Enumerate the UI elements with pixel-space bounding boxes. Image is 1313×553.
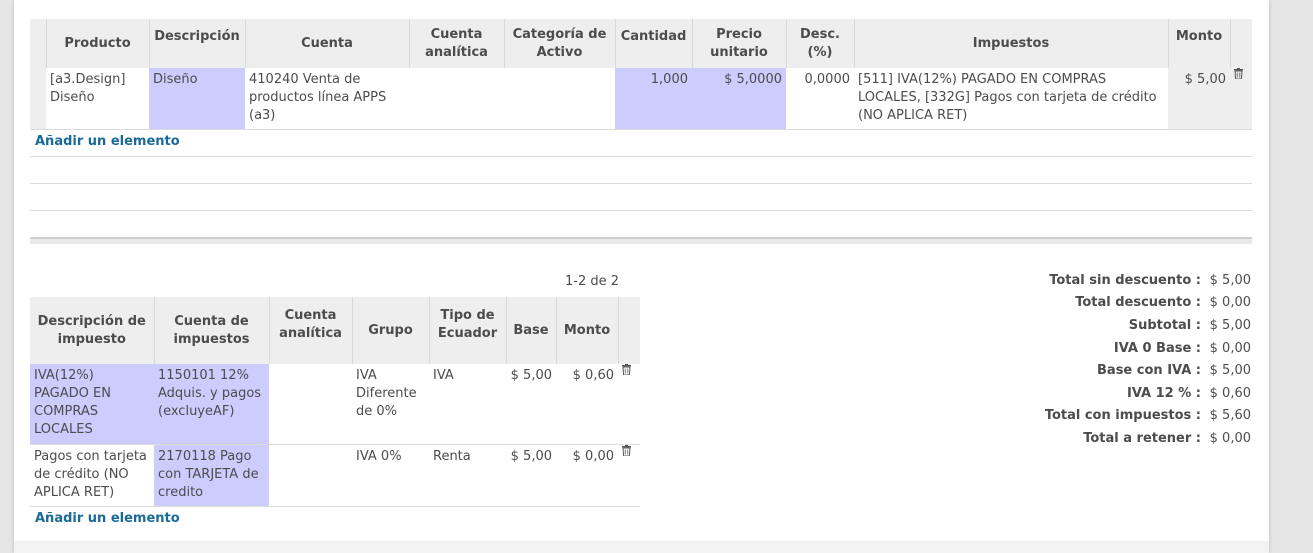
totals-panel: Total sin descuento : $ 5,00 Total descue… bbox=[1045, 269, 1251, 450]
cell-account[interactable]: 410240 Venta de productos línea APPS (a3… bbox=[245, 68, 409, 129]
delete-cell[interactable] bbox=[618, 364, 640, 444]
empty-row bbox=[30, 183, 1252, 211]
bottom-bar bbox=[14, 541, 1269, 553]
cell-tax-account[interactable]: 2170118 Pago con TARJETA de credito bbox=[154, 444, 269, 506]
total-value: $ 0,60 bbox=[1209, 385, 1251, 401]
total-label: Total descuento : bbox=[1075, 295, 1201, 311]
total-value: $ 0,00 bbox=[1209, 340, 1251, 356]
col-tax-amount[interactable]: Monto bbox=[555, 297, 618, 364]
form-sheet: Producto Descripción Cuenta Cuenta analí… bbox=[14, 0, 1269, 553]
totals-row: IVA 12 % : $ 0,60 bbox=[1045, 382, 1251, 405]
col-tax-group[interactable]: Grupo bbox=[351, 297, 429, 364]
col-amount[interactable]: Monto bbox=[1167, 19, 1230, 68]
col-quantity[interactable]: Cantidad bbox=[614, 19, 692, 68]
cell-taxes[interactable]: [511] IVA(12%) PAGADO EN COMPRAS LOCALES… bbox=[854, 68, 1168, 129]
total-label: Subtotal : bbox=[1128, 317, 1201, 333]
delete-header bbox=[617, 297, 640, 364]
table-row[interactable]: Pagos con tarjeta de crédito (NO APLICA … bbox=[30, 444, 640, 506]
total-value: $ 0,00 bbox=[1209, 295, 1251, 311]
totals-row: Subtotal : $ 5,00 bbox=[1045, 314, 1251, 337]
delete-cell[interactable] bbox=[1230, 68, 1252, 129]
cell-tax-description[interactable]: Pagos con tarjeta de crédito (NO APLICA … bbox=[30, 444, 154, 506]
col-analytic[interactable]: Cuenta analítica bbox=[408, 19, 504, 68]
add-tax-link[interactable]: Añadir un elemento bbox=[35, 511, 180, 526]
col-tax-account[interactable]: Cuenta de impuestos bbox=[153, 297, 269, 364]
total-label: Total con impuestos : bbox=[1044, 408, 1201, 424]
totals-row: Total sin descuento : $ 5,00 bbox=[1045, 269, 1251, 292]
trash-icon[interactable] bbox=[622, 444, 631, 456]
invoice-lines-table: Producto Descripción Cuenta Cuenta analí… bbox=[30, 19, 1252, 130]
cell-quantity[interactable]: 1,000 bbox=[615, 68, 692, 129]
total-value: $ 5,00 bbox=[1209, 272, 1251, 288]
col-tax-ecuador-type[interactable]: Tipo de Ecuador bbox=[428, 297, 506, 364]
lines-header-row: Producto Descripción Cuenta Cuenta analí… bbox=[30, 19, 1252, 68]
tax-lines-table: Descripción de impuesto Cuenta de impues… bbox=[30, 297, 640, 507]
total-label: IVA 12 % : bbox=[1127, 385, 1201, 401]
cell-product[interactable]: [a3.Design] Diseño bbox=[46, 68, 149, 129]
cell-tax-group[interactable]: IVA Diferente de 0% bbox=[352, 364, 429, 444]
table-row[interactable]: [a3.Design] Diseño Diseño 410240 Venta d… bbox=[30, 68, 1252, 129]
total-label: Total sin descuento : bbox=[1049, 272, 1201, 288]
col-asset-category[interactable]: Categoría de Activo bbox=[503, 19, 615, 68]
cell-amount: $ 5,00 bbox=[1168, 68, 1230, 129]
col-description[interactable]: Descripción bbox=[148, 19, 245, 68]
table-row[interactable]: IVA(12%) PAGADO EN COMPRAS LOCALES 11501… bbox=[30, 364, 640, 444]
col-discount[interactable]: Desc. (%) bbox=[785, 19, 854, 68]
cell-tax-amount[interactable]: $ 0,60 bbox=[556, 364, 618, 444]
delete-cell[interactable] bbox=[618, 444, 640, 506]
cell-tax-group[interactable]: IVA 0% bbox=[352, 444, 429, 506]
total-label: IVA 0 Base : bbox=[1113, 340, 1201, 356]
cell-discount[interactable]: 0,0000 bbox=[786, 68, 854, 129]
cell-tax-account[interactable]: 1150101 12% Adquis. y pagos (excluyeAF) bbox=[154, 364, 269, 444]
cell-tax-analytic[interactable] bbox=[269, 444, 352, 506]
cell-tax-ecuador-type[interactable]: Renta bbox=[429, 444, 506, 506]
section-divider bbox=[30, 237, 1252, 244]
cell-tax-base[interactable]: $ 5,00 bbox=[506, 444, 556, 506]
total-label: Base con IVA : bbox=[1097, 363, 1201, 379]
delete-header bbox=[1229, 19, 1252, 68]
col-tax-analytic[interactable]: Cuenta analítica bbox=[268, 297, 352, 364]
row-handle[interactable] bbox=[30, 68, 46, 129]
col-tax-description[interactable]: Descripción de impuesto bbox=[30, 297, 154, 364]
totals-row: Total con impuestos : $ 5,60 bbox=[1045, 405, 1251, 428]
col-product[interactable]: Producto bbox=[45, 19, 149, 68]
empty-row bbox=[30, 156, 1252, 184]
tax-table-footer-line bbox=[30, 506, 640, 507]
cell-tax-ecuador-type[interactable]: IVA bbox=[429, 364, 506, 444]
col-taxes[interactable]: Impuestos bbox=[853, 19, 1168, 68]
total-label: Total a retener : bbox=[1083, 430, 1201, 446]
col-unit-price[interactable]: Precio unitario bbox=[691, 19, 786, 68]
empty-row bbox=[30, 129, 1252, 157]
pager-value[interactable]: 1-2 de 2 bbox=[565, 274, 619, 289]
col-tax-base[interactable]: Base bbox=[505, 297, 556, 364]
total-value: $ 5,60 bbox=[1209, 408, 1251, 424]
taxes-header-row: Descripción de impuesto Cuenta de impues… bbox=[30, 297, 640, 364]
col-account[interactable]: Cuenta bbox=[244, 19, 409, 68]
total-value: $ 0,00 bbox=[1209, 430, 1251, 446]
cell-tax-base[interactable]: $ 5,00 bbox=[506, 364, 556, 444]
cell-description[interactable]: Diseño bbox=[149, 68, 245, 129]
total-value: $ 5,00 bbox=[1209, 363, 1251, 379]
totals-row: Base con IVA : $ 5,00 bbox=[1045, 359, 1251, 382]
cell-unit-price[interactable]: $ 5,0000 bbox=[692, 68, 786, 129]
cell-tax-analytic[interactable] bbox=[269, 364, 352, 444]
totals-row: Total descuento : $ 0,00 bbox=[1045, 292, 1251, 315]
totals-row: IVA 0 Base : $ 0,00 bbox=[1045, 337, 1251, 360]
cell-asset-category[interactable] bbox=[504, 68, 615, 129]
trash-icon[interactable] bbox=[1234, 68, 1243, 79]
cell-tax-description[interactable]: IVA(12%) PAGADO EN COMPRAS LOCALES bbox=[30, 364, 154, 444]
cell-tax-amount[interactable]: $ 0,00 bbox=[556, 444, 618, 506]
cell-analytic[interactable] bbox=[409, 68, 504, 129]
totals-row: Total a retener : $ 0,00 bbox=[1045, 427, 1251, 450]
trash-icon[interactable] bbox=[622, 364, 631, 375]
total-value: $ 5,00 bbox=[1209, 317, 1251, 333]
handle-header bbox=[30, 19, 46, 68]
